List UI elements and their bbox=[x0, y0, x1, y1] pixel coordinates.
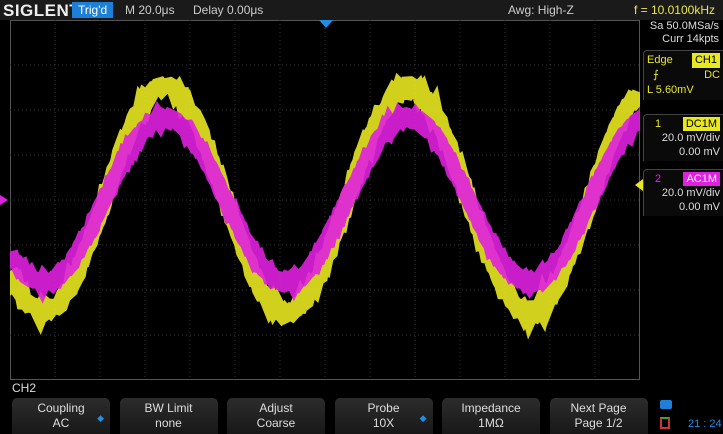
softkey-label: Adjust bbox=[227, 401, 325, 416]
softkey-value: 10X bbox=[335, 416, 433, 431]
ch1-coupling: DC1M bbox=[683, 117, 720, 131]
diamond-arrow-icon: ◆ bbox=[97, 411, 104, 426]
ch2-offset: 0.00 mV bbox=[647, 200, 720, 214]
ch1-panel[interactable]: 1 DC1M 20.0 mV/div 0.00 mV bbox=[643, 114, 723, 161]
ch1-offset: 0.00 mV bbox=[647, 145, 720, 159]
usb-icon bbox=[660, 400, 672, 409]
softkey-value: 1MΩ bbox=[442, 416, 540, 431]
trigger-position-marker[interactable] bbox=[319, 20, 333, 28]
softkey-impedance[interactable]: Impedance 1MΩ bbox=[442, 398, 540, 434]
ch2-number: 2 bbox=[655, 172, 661, 186]
softkey-menu: CH2 Coupling AC ◆ BW Limit none Adjust Coarse P… bbox=[0, 381, 723, 434]
top-bar: SIGLENT Trig'd M 20.0μs Delay 0.00μs Awg… bbox=[0, 0, 723, 20]
trigger-level-marker[interactable] bbox=[635, 179, 643, 191]
clock: 21 : 24 bbox=[688, 418, 722, 430]
sample-rate: Sa 50.0MSa/s bbox=[643, 20, 719, 33]
trigger-panel[interactable]: Edge CH1 ⨍ DC L 5.60mV bbox=[643, 50, 723, 100]
rising-edge-icon: ⨍ bbox=[653, 69, 659, 81]
softkey-adjust[interactable]: Adjust Coarse bbox=[227, 398, 325, 434]
softkey-label: Probe bbox=[335, 401, 433, 416]
softkey-label: Impedance bbox=[442, 401, 540, 416]
trigger-status[interactable]: Trig'd bbox=[72, 2, 113, 18]
trigger-source: CH1 bbox=[692, 53, 720, 68]
diamond-arrow-icon: ◆ bbox=[420, 411, 427, 426]
menu-title: CH2 bbox=[12, 381, 36, 395]
softkey-value: Page 1/2 bbox=[550, 416, 648, 431]
right-panel: Sa 50.0MSa/s Curr 14kpts Edge CH1 ⨍ DC L … bbox=[643, 20, 723, 216]
ch1-number: 1 bbox=[655, 117, 661, 131]
softkey-value: none bbox=[120, 416, 218, 431]
ch2-scale: 20.0 mV/div bbox=[647, 186, 720, 200]
softkey-coupling[interactable]: Coupling AC ◆ bbox=[12, 398, 110, 434]
memory-depth: Curr 14kpts bbox=[643, 33, 719, 46]
trigger-type: Edge bbox=[647, 54, 673, 66]
trigger-delay[interactable]: Delay 0.00μs bbox=[193, 3, 263, 17]
timebase[interactable]: M 20.0μs bbox=[125, 3, 175, 17]
ch2-panel[interactable]: 2 AC1M 20.0 mV/div 0.00 mV bbox=[643, 169, 723, 216]
ch1-scale: 20.0 mV/div bbox=[647, 131, 720, 145]
waveform-display[interactable] bbox=[10, 20, 640, 380]
brand-logo: SIGLENT bbox=[3, 1, 80, 21]
softkey-label: BW Limit bbox=[120, 401, 218, 416]
softkey-probe[interactable]: Probe 10X ◆ bbox=[335, 398, 433, 434]
ch2-offset-marker[interactable] bbox=[0, 195, 8, 205]
softkey-next-page[interactable]: Next Page Page 1/2 bbox=[550, 398, 648, 434]
softkey-value: AC bbox=[12, 416, 110, 431]
trigger-level: L 5.60mV bbox=[647, 83, 720, 98]
softkey-label: Coupling bbox=[12, 401, 110, 416]
softkey-value: Coarse bbox=[227, 416, 325, 431]
awg-status: Awg: High-Z bbox=[508, 3, 574, 17]
ch2-coupling: AC1M bbox=[683, 172, 720, 186]
frequency-counter: f = 10.0100kHz bbox=[634, 3, 715, 17]
softkey-label: Next Page bbox=[550, 401, 648, 416]
trigger-coupling: DC bbox=[704, 68, 720, 83]
softkey-bw-limit[interactable]: BW Limit none bbox=[120, 398, 218, 434]
network-icon bbox=[660, 417, 670, 429]
